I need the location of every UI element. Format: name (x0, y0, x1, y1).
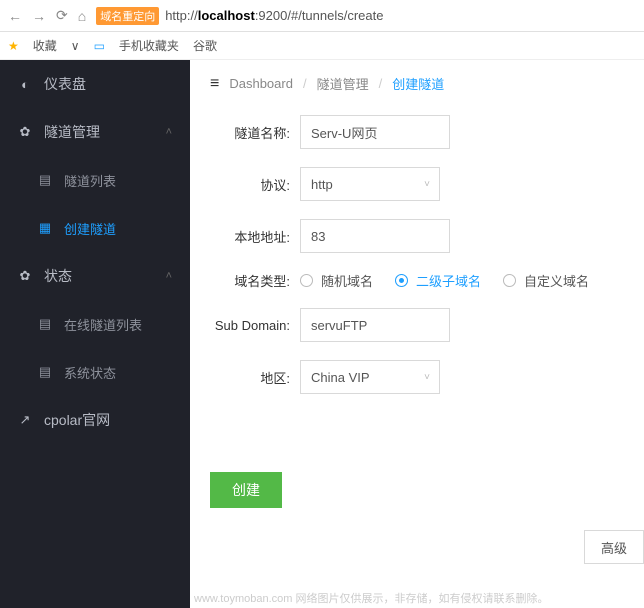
create-button[interactable]: 创建 (210, 472, 282, 508)
list-icon: ▤ (38, 316, 52, 332)
status-icon: ✿ (18, 268, 32, 284)
home-icon[interactable]: ⌂ (78, 8, 86, 24)
chevron-down-icon: ˅ (424, 372, 430, 383)
bookmark-google[interactable]: 谷歌 (193, 37, 217, 54)
radio-custom-domain[interactable] (503, 274, 516, 287)
crumb-create-tunnel: 创建隧道 (392, 74, 444, 93)
footer-watermark: www.toymoban.com 网络图片仅供展示，非存储，如有侵权请联系删除。 (194, 590, 548, 606)
sidebar-item-tunnel-mgmt[interactable]: ✿ 隧道管理 ˄ (0, 108, 190, 156)
crumb-tunnel-mgmt[interactable]: 隧道管理 (317, 74, 369, 93)
tunnel-name-input[interactable] (300, 115, 450, 149)
gear-icon: ✿ (18, 124, 32, 140)
subdomain-label: Sub Domain: (210, 318, 300, 333)
browser-toolbar: ← → ⟳ ⌂ 域名重定向 http://localhost:9200/#/tu… (0, 0, 644, 32)
menu-icon[interactable]: ≡ (210, 75, 219, 93)
chevron-down-icon: ˅ (424, 179, 430, 190)
sidebar: ◐ 仪表盘 ✿ 隧道管理 ˄ ▤ 隧道列表 ▦ 创建隧道 ✿ 状态 ˄ ▤ 在线… (0, 60, 190, 608)
bookmark-bar: ★ 收藏 ∨ ▭ 手机收藏夹 谷歌 (0, 32, 644, 60)
sidebar-item-cpolar[interactable]: ↗ cpolar官网 (0, 396, 190, 444)
sidebar-item-online-list[interactable]: ▤ 在线隧道列表 (0, 300, 190, 348)
separator: ∨ (71, 39, 80, 53)
chevron-up-icon: ˄ (166, 270, 172, 282)
local-addr-label: 本地地址: (210, 227, 300, 246)
random-domain-label[interactable]: 随机域名 (321, 271, 373, 290)
forward-icon[interactable]: → (32, 8, 46, 24)
grid-icon: ▦ (38, 220, 52, 236)
tunnel-name-label: 隧道名称: (210, 123, 300, 142)
sidebar-item-create-tunnel[interactable]: ▦ 创建隧道 (0, 204, 190, 252)
list-icon: ▤ (38, 364, 52, 380)
custom-domain-label[interactable]: 自定义域名 (524, 271, 589, 290)
main-content: ≡ Dashboard / 隧道管理 / 创建隧道 隧道名称: 协议: ˅ 本地… (190, 60, 644, 608)
sub-domain-label[interactable]: 二级子域名 (416, 271, 481, 290)
mobile-icon: ▭ (94, 39, 105, 53)
subdomain-input[interactable] (300, 308, 450, 342)
bookmark-mobile[interactable]: 手机收藏夹 (119, 37, 179, 54)
sidebar-item-system-status[interactable]: ▤ 系统状态 (0, 348, 190, 396)
sidebar-item-status[interactable]: ✿ 状态 ˄ (0, 252, 190, 300)
advanced-button[interactable]: 高级 (584, 530, 644, 564)
chevron-up-icon: ˄ (166, 126, 172, 138)
sidebar-item-dashboard[interactable]: ◐ 仪表盘 (0, 60, 190, 108)
reload-icon[interactable]: ⟳ (56, 7, 68, 24)
back-icon[interactable]: ← (8, 8, 22, 24)
address-bar[interactable]: 域名重定向 http://localhost:9200/#/tunnels/cr… (96, 7, 383, 25)
protocol-select[interactable] (300, 167, 440, 201)
crumb-dashboard[interactable]: Dashboard (229, 76, 293, 91)
url-text: http://localhost:9200/#/tunnels/create (165, 8, 383, 23)
bookmark-fav[interactable]: 收藏 (33, 37, 57, 54)
domain-type-label: 域名类型: (210, 271, 300, 290)
breadcrumb: ≡ Dashboard / 隧道管理 / 创建隧道 (210, 74, 644, 93)
region-label: 地区: (210, 368, 300, 387)
list-icon: ▤ (38, 172, 52, 188)
region-select[interactable] (300, 360, 440, 394)
radio-random-domain[interactable] (300, 274, 313, 287)
local-addr-input[interactable] (300, 219, 450, 253)
radio-sub-domain[interactable] (395, 274, 408, 287)
protocol-label: 协议: (210, 175, 300, 194)
star-icon[interactable]: ★ (8, 39, 19, 53)
sidebar-item-tunnel-list[interactable]: ▤ 隧道列表 (0, 156, 190, 204)
external-link-icon: ↗ (18, 412, 32, 428)
redirect-badge: 域名重定向 (96, 7, 159, 25)
gauge-icon: ◐ (18, 77, 32, 92)
